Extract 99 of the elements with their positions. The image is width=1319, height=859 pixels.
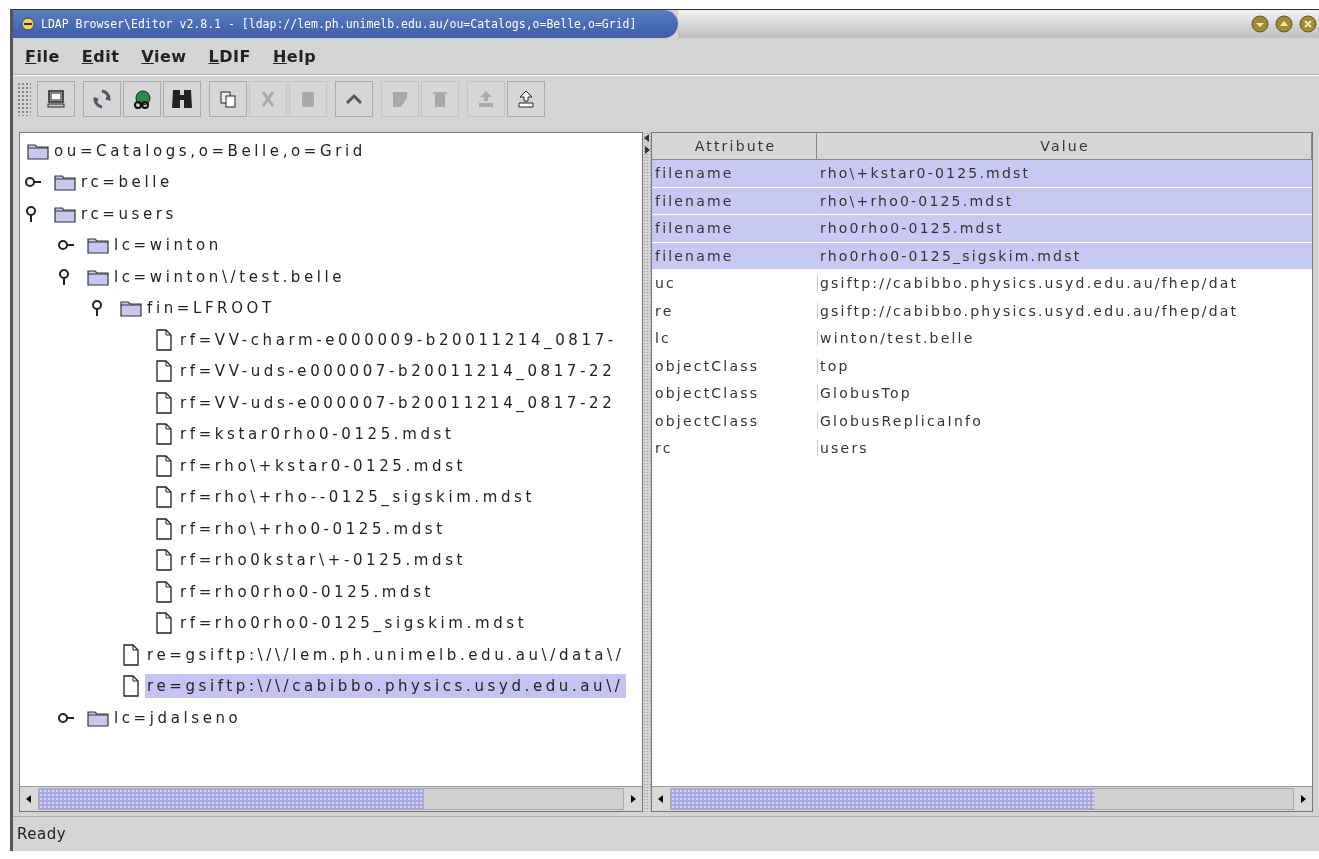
table-row[interactable]: uc gsiftp://cabibbo.physics.usyd.edu.au/fhep/dat: [652, 270, 1312, 298]
folder-icon: [54, 173, 76, 192]
document-icon: [155, 549, 173, 572]
document-icon: [155, 517, 173, 540]
tree-item[interactable]: lc=winton: [112, 233, 224, 258]
table-row[interactable]: rc users: [652, 435, 1312, 463]
table-row[interactable]: objectClass top: [652, 352, 1312, 380]
document-icon: [122, 643, 140, 666]
tree-item[interactable]: rc=belle: [79, 170, 175, 195]
table-cell: GlobusTop: [817, 385, 1312, 402]
tree-item[interactable]: lc=jdalseno: [112, 705, 244, 730]
refresh-icon: [91, 88, 113, 110]
folder-icon: [120, 299, 142, 318]
toolbar-grip[interactable]: [17, 82, 31, 116]
tree-item[interactable]: rf=rho0rho0-0125.mdst: [178, 579, 437, 604]
table-row[interactable]: re gsiftp://cabibbo.physics.usyd.edu.au/fhep/dat: [652, 297, 1312, 325]
table-cell-text: objectClass: [654, 385, 761, 402]
table-row[interactable]: filename rho\+kstar0-0125.mdst: [652, 160, 1312, 188]
table-cell-text: rc: [654, 440, 674, 457]
folder-icon: [87, 708, 109, 727]
menu-item[interactable]: LDIF: [208, 46, 251, 66]
table-cell: GlobusReplicaInfo: [817, 412, 1312, 429]
folder-icon: [54, 204, 76, 223]
table-cell-text: objectClass: [654, 357, 761, 374]
table-cell: gsiftp://cabibbo.physics.usyd.edu.au/fhep/dat: [817, 275, 1312, 292]
document-icon: [155, 360, 173, 383]
folder-icon: [87, 236, 109, 255]
tree-item[interactable]: rf=rho\+kstar0-0125.mdst: [178, 453, 469, 478]
table-row[interactable]: objectClass GlobusTop: [652, 380, 1312, 408]
document-icon: [155, 423, 173, 446]
table-row[interactable]: filename rho0rho0-0125_sigskim.mdst: [652, 242, 1312, 270]
menu-item[interactable]: View: [141, 46, 187, 66]
table-row[interactable]: objectClass GlobusReplicaInfo: [652, 407, 1312, 435]
table-cell: users: [817, 440, 1312, 457]
app-icon: [21, 17, 35, 31]
folder-icon: [27, 141, 49, 160]
computer-icon: [45, 88, 67, 110]
maximize-icon[interactable]: [1275, 15, 1293, 33]
tree-item[interactable]: rf=rho\+rho--0125_sigskim.mdst: [178, 485, 537, 510]
document-icon: [155, 486, 173, 509]
collapse-left-icon[interactable]: [643, 134, 651, 142]
scroll-thumb[interactable]: [671, 789, 1094, 809]
column-header[interactable]: Attribute: [652, 133, 817, 159]
table-row[interactable]: lc winton/test.belle: [652, 325, 1312, 353]
scroll-thumb[interactable]: [39, 789, 425, 809]
folder-icon: [87, 267, 109, 286]
tree-item[interactable]: rf=rho\+rho0-0125.mdst: [178, 516, 448, 541]
tree-item[interactable]: ou=Catalogs,o=Belle,o=Grid: [52, 138, 368, 163]
table-row[interactable]: filename rho\+rho0-0125.mdst: [652, 187, 1312, 215]
tree-item[interactable]: re=gsiftp:\/\/cabibbo.physics.usyd.edu.au\/: [145, 674, 626, 699]
table-cell: rho\+rho0-0125.mdst: [817, 192, 1312, 209]
globe-icon: [131, 88, 153, 110]
document-icon: [155, 580, 173, 603]
table-cell: rho\+kstar0-0125.mdst: [817, 165, 1312, 182]
column-header[interactable]: Value: [817, 133, 1312, 159]
table-cell-text: filename: [654, 192, 735, 209]
table-cell-text: filename: [654, 220, 735, 237]
tree-item[interactable]: re=gsiftp:\/\/lem.ph.unimelb.edu.au\/data\/: [145, 642, 627, 667]
table-cell-text: lc: [654, 330, 672, 347]
tree-item[interactable]: rf=rho0kstar\+-0125.mdst: [178, 548, 469, 573]
tree-item[interactable]: rc=users: [79, 201, 179, 226]
table-cell-text: objectClass: [654, 412, 761, 429]
menu-item[interactable]: File: [25, 46, 60, 66]
table-cell-text: uc: [654, 275, 677, 292]
menu-item[interactable]: Edit: [81, 46, 120, 66]
table-cell: gsiftp://cabibbo.physics.usyd.edu.au/fhep/dat: [817, 302, 1312, 319]
close-icon[interactable]: [1299, 15, 1317, 33]
collapse-right-icon[interactable]: [643, 146, 651, 154]
table-cell: rho0rho0-0125.mdst: [817, 220, 1312, 237]
horizontal-scrollbar[interactable]: [20, 786, 642, 811]
toolbar-button[interactable]: [123, 81, 161, 117]
tree-item[interactable]: rf=VV-uds-e000007-b20011214_0817-22: [178, 359, 618, 384]
table-cell-text: filename: [654, 165, 735, 182]
tree-item[interactable]: lc=winton\/test.belle: [112, 264, 348, 289]
minimize-icon[interactable]: [1251, 15, 1269, 33]
table-cell: rho0rho0-0125_sigskim.mdst: [817, 247, 1312, 264]
tree-item[interactable]: rf=rho0rho0-0125_sigskim.mdst: [178, 611, 530, 636]
toolbar-button[interactable]: [163, 81, 201, 117]
upload-icon: [515, 88, 537, 110]
table-cell: top: [817, 357, 1312, 374]
tree-item[interactable]: rf=kstar0rho0-0125.mdst: [178, 422, 457, 447]
copy-icon: [217, 88, 239, 110]
window-title: LDAP Browser\Editor v2.8.1 - [ldap://lem.ph.unimelb.edu.au/ou=Catalogs,o=Belle,o=Grid]: [41, 17, 637, 31]
tree-item[interactable]: fin=LFROOT: [145, 296, 277, 321]
tree-item[interactable]: rf=VV-uds-e000007-b20011214_0817-22: [178, 390, 618, 415]
table-cell: winton/test.belle: [817, 330, 1312, 347]
document-icon: [155, 328, 173, 351]
table-row[interactable]: filename rho0rho0-0125.mdst: [652, 215, 1312, 243]
table-cell-text: filename: [654, 247, 735, 264]
document-icon: [155, 454, 173, 477]
tree-item[interactable]: rf=VV-charm-e000009-b20011214_0817-: [178, 327, 619, 352]
horizontal-scrollbar[interactable]: [652, 786, 1312, 811]
document-icon: [155, 612, 173, 635]
status-text: Ready: [17, 825, 67, 843]
toolbar-button[interactable]: [37, 81, 75, 117]
document-icon: [122, 675, 140, 698]
document-icon: [155, 391, 173, 414]
menu-item[interactable]: Help: [272, 46, 317, 66]
table-cell-text: re: [654, 302, 675, 319]
